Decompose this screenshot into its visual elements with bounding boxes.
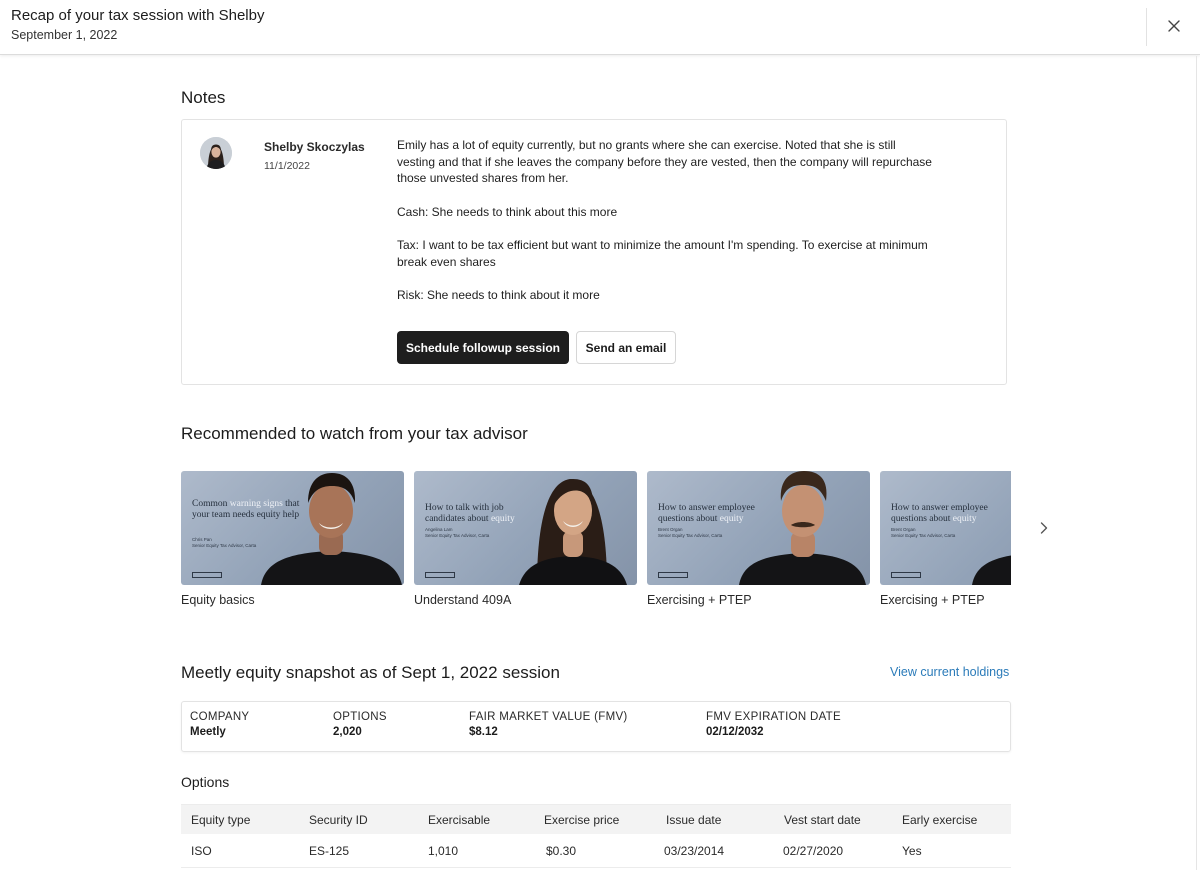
video-title: Exercising + PTEP (647, 593, 752, 607)
snapshot-label: FMV EXPIRATION DATE (706, 711, 841, 723)
snapshot-label: OPTIONS (333, 711, 387, 723)
presenter-image (739, 471, 866, 585)
column-header[interactable]: Early exercise (902, 805, 977, 834)
table-row[interactable]: ISO ES-125 1,010 $0.30 03/23/2014 02/27/… (181, 834, 1011, 868)
note-card: Shelby Skoczylas 11/1/2022 Emily has a l… (181, 119, 1007, 385)
table-cell: 03/23/2014 (664, 843, 725, 858)
video-carousel: Common warning signs that your team need… (181, 471, 1011, 621)
presenter-image (972, 555, 1011, 585)
note-author: Shelby Skoczylas (264, 140, 365, 154)
session-date: September 1, 2022 (11, 28, 118, 42)
note-paragraph: Emily has a lot of equity currently, but… (397, 138, 932, 186)
video-card[interactable]: How to talk with job candidates about eq… (414, 471, 637, 607)
note-paragraph: Tax: I want to be tax efficient but want… (397, 238, 928, 269)
column-header[interactable]: Equity type (191, 805, 250, 834)
video-title: Understand 409A (414, 593, 512, 607)
table-cell: 02/27/2020 (783, 843, 844, 858)
column-header[interactable]: Issue date (666, 805, 721, 834)
snapshot-fmv: FAIR MARKET VALUE (FMV) $8.12 (469, 711, 628, 738)
video-thumbnail: How to answer employee questions about e… (880, 471, 1011, 585)
column-header[interactable]: Exercise price (544, 805, 619, 834)
table-cell: ES-125 (309, 843, 350, 858)
header-divider (1146, 8, 1147, 46)
recommended-heading: Recommended to watch from your tax advis… (181, 424, 528, 443)
video-card[interactable]: Common warning signs that your team need… (181, 471, 404, 607)
schedule-followup-button[interactable]: Schedule followup session (397, 331, 569, 364)
options-heading: Options (181, 774, 230, 790)
snapshot-heading: Meetly equity snapshot as of Sept 1, 202… (181, 663, 560, 682)
video-thumbnail: How to talk with job candidates about eq… (414, 471, 637, 585)
brand-logo (658, 572, 688, 578)
brand-logo (425, 572, 455, 578)
table-cell: ISO (191, 843, 212, 858)
modal-header: Recap of your tax session with Shelby Se… (0, 0, 1200, 55)
view-current-holdings-link[interactable]: View current holdings (890, 665, 1009, 679)
snapshot-value: Meetly (190, 726, 226, 738)
column-header[interactable]: Exercisable (428, 805, 490, 834)
note-body: Emily has a lot of equity currently, but… (397, 137, 937, 304)
presenter-image (261, 473, 402, 585)
brand-logo (192, 572, 222, 578)
snapshot-value: 2,020 (333, 726, 362, 738)
note-paragraph: Risk: She needs to think about it more (397, 288, 600, 303)
snapshot-label: FAIR MARKET VALUE (FMV) (469, 711, 628, 723)
snapshot-label: COMPANY (190, 711, 250, 723)
chevron-right-icon (1040, 522, 1048, 534)
note-paragraph: Cash: She needs to think about this more (397, 204, 618, 219)
scrollbar-track[interactable] (1196, 56, 1197, 870)
brand-logo (891, 572, 921, 578)
equity-snapshot-card: COMPANY Meetly OPTIONS 2,020 FAIR MARKET… (181, 701, 1011, 752)
video-thumbnail: Common warning signs that your team need… (181, 471, 404, 585)
table-cell: Yes (902, 843, 922, 858)
snapshot-value: 02/12/2032 (706, 726, 764, 738)
page-title: Recap of your tax session with Shelby (11, 7, 265, 24)
close-icon (1168, 20, 1180, 32)
carousel-next-button[interactable] (1034, 517, 1054, 539)
column-header[interactable]: Vest start date (784, 805, 861, 834)
table-header: Equity type Security ID Exercisable Exer… (181, 804, 1011, 834)
column-header[interactable]: Security ID (309, 805, 368, 834)
note-date: 11/1/2022 (264, 160, 310, 172)
video-card[interactable]: How to answer employee questions about e… (647, 471, 870, 607)
snapshot-value: $8.12 (469, 726, 498, 738)
table-cell: 1,010 (428, 843, 459, 858)
video-thumbnail: How to answer employee questions about e… (647, 471, 870, 585)
table-cell: $0.30 (546, 843, 577, 858)
video-card[interactable]: How to answer employee questions about e… (880, 471, 1011, 607)
snapshot-options: OPTIONS 2,020 (333, 711, 387, 738)
send-email-button[interactable]: Send an email (576, 331, 676, 364)
presenter-image (519, 479, 627, 585)
notes-heading: Notes (181, 88, 226, 107)
video-title: Exercising + PTEP (880, 593, 985, 607)
advisor-portrait (200, 137, 232, 169)
snapshot-fmv-expiration: FMV EXPIRATION DATE 02/12/2032 (706, 711, 841, 738)
avatar (200, 137, 232, 169)
options-table: Equity type Security ID Exercisable Exer… (181, 804, 1011, 868)
video-title: Equity basics (181, 593, 255, 607)
close-button[interactable] (1160, 12, 1188, 40)
snapshot-company: COMPANY Meetly (190, 711, 249, 738)
